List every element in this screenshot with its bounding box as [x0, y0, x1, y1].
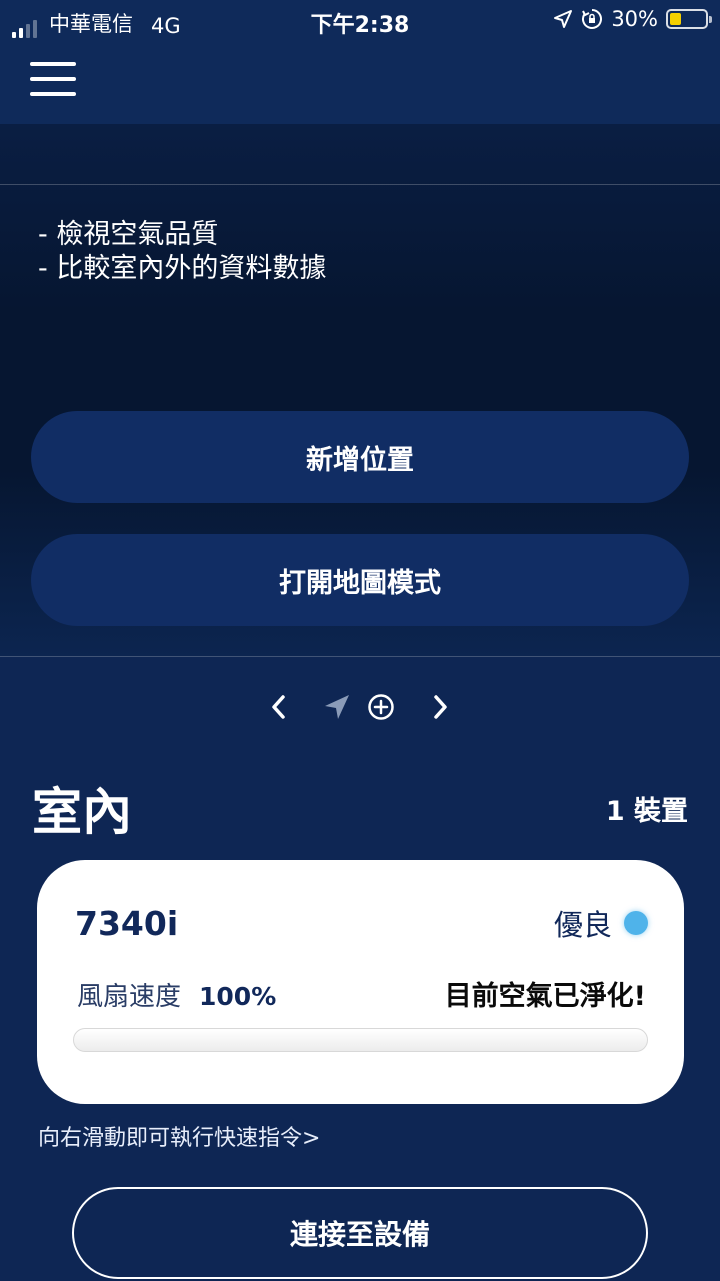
info-panel: - 檢視空氣品質 - 比較室內外的資料數據 新增位置 打開地圖模式 [0, 124, 720, 657]
fan-speed-row: 風扇速度 100% [77, 976, 276, 1013]
device-card[interactable]: 7340i 優良 風扇速度 100% 目前空氣已淨化! [37, 860, 684, 1104]
fan-speed-value: 100% [199, 982, 277, 1011]
location-arrow-icon [554, 10, 573, 28]
air-status-message: 目前空氣已淨化! [444, 981, 646, 1012]
fan-speed-bar [73, 1028, 648, 1052]
add-circle-icon[interactable] [361, 685, 401, 729]
battery-icon [666, 9, 712, 29]
status-bar-right: 30% [553, 7, 712, 31]
device-model: 7340i [75, 904, 179, 943]
air-quality-dot-icon [624, 911, 648, 935]
nav-bar [0, 40, 720, 124]
fan-speed-bar-fill [74, 1029, 647, 1051]
divider [0, 656, 720, 657]
fan-speed-label: 風扇速度 [77, 982, 182, 1012]
swipe-hint-link[interactable]: 向右滑動即可執行快速指令> [38, 1120, 320, 1152]
chevron-left-icon[interactable] [259, 685, 299, 729]
add-location-button[interactable]: 新增位置 [31, 411, 689, 503]
location-arrow-icon[interactable] [317, 685, 357, 729]
battery-percentage: 30% [611, 7, 658, 31]
open-map-mode-button[interactable]: 打開地圖模式 [31, 534, 689, 626]
air-quality-status: 優良 [554, 902, 648, 944]
status-bar: 中華電信 4G 下午2:38 30% [0, 0, 720, 40]
air-quality-label: 優良 [553, 908, 612, 942]
feature-item: - 比較室內外的資料數據 [38, 253, 327, 284]
device-count: 1 裝置 [605, 796, 688, 827]
chevron-right-icon[interactable] [420, 685, 460, 729]
feature-item: - 檢視空氣品質 [38, 219, 219, 250]
rotation-lock-icon [582, 9, 603, 29]
hamburger-menu-icon[interactable] [30, 62, 76, 96]
feature-list: - 檢視空氣品質 - 比較室內外的資料數據 [38, 218, 326, 286]
connect-device-button[interactable]: 連接至設備 [72, 1187, 648, 1279]
location-pager [0, 685, 720, 729]
divider [0, 184, 720, 185]
section-title: 室內 [32, 783, 132, 841]
